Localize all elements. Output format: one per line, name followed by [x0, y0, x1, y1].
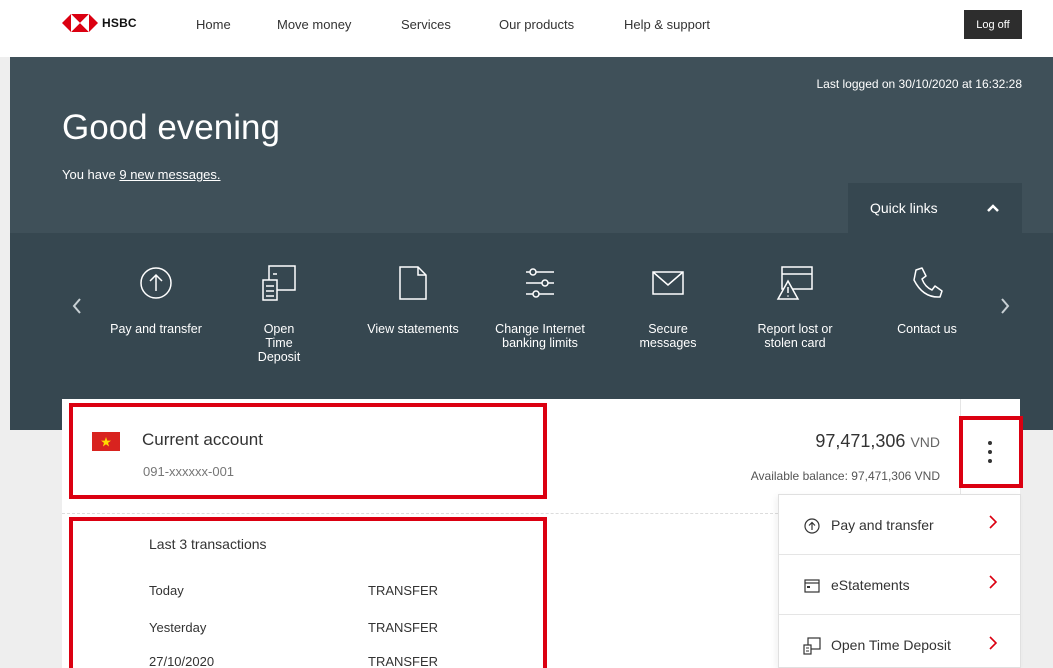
menu-open-time-deposit[interactable]: Open Time Deposit [779, 615, 1020, 668]
brand-name: HSBC [102, 16, 137, 30]
chevron-right-icon [989, 575, 998, 594]
messages-notice: You have 9 new messages. [62, 167, 221, 182]
time-deposit-icon [803, 637, 821, 655]
balance-amount: 97,471,306 [815, 431, 906, 451]
chevron-up-icon [987, 204, 999, 212]
logoff-button[interactable]: Log off [964, 10, 1022, 39]
sliders-icon [480, 261, 600, 305]
card-warning-icon [735, 261, 855, 305]
account-name[interactable]: Current account [142, 430, 263, 450]
new-messages-link[interactable]: 9 new messages. [119, 167, 220, 182]
menu-estatements[interactable]: eStatements [779, 555, 1020, 615]
messages-prefix: You have [62, 167, 120, 182]
transaction-date: Yesterday [149, 620, 207, 635]
menu-label: Open Time Deposit [831, 637, 951, 653]
quick-link-pay-transfer[interactable]: Pay and transfer [96, 261, 216, 336]
account-balance: 97,471,306 VND [815, 431, 940, 452]
chevron-right-icon [989, 515, 998, 534]
menu-label: eStatements [831, 576, 910, 593]
account-number: 091-xxxxxx-001 [143, 464, 235, 479]
quick-link-label: Open Time Deposit [257, 322, 301, 364]
hsbc-hexagon-icon [62, 14, 98, 32]
transaction-date: Today [149, 583, 184, 598]
envelope-icon [608, 261, 728, 305]
transactions-heading: Last 3 transactions [149, 536, 267, 552]
top-navigation: HSBC Home Move money Services Our produc… [0, 0, 1053, 57]
quick-links-toggle[interactable]: Quick links [848, 183, 1022, 233]
card-divider [62, 513, 778, 514]
quick-link-label: View statements [367, 322, 459, 336]
chevron-left-icon[interactable] [72, 295, 82, 321]
quick-link-view-statements[interactable]: View statements [353, 261, 473, 336]
quick-link-label: Secure messages [639, 322, 697, 350]
quick-link-label: Change Internet banking limits [495, 322, 585, 350]
document-icon [353, 261, 473, 305]
quick-links-label: Quick links [870, 200, 938, 216]
phone-icon [867, 261, 987, 305]
quick-link-change-limits[interactable]: Change Internet banking limits [480, 261, 600, 350]
quick-link-secure-messages[interactable]: Secure messages [608, 261, 728, 350]
arrow-up-circle-icon [96, 261, 216, 305]
last-logged-text: Last logged on 30/10/2020 at 16:32:28 [816, 77, 1022, 91]
arrow-up-circle-icon [803, 517, 821, 535]
quick-link-contact-us[interactable]: Contact us [867, 261, 987, 336]
transaction-date: 27/10/2020 [149, 654, 215, 668]
transaction-type: TRANSFER [368, 583, 439, 598]
quick-link-label: Report lost or stolen card [757, 322, 833, 350]
chevron-right-icon[interactable] [1000, 295, 1010, 321]
quick-link-label: Contact us [897, 322, 957, 336]
more-options-icon[interactable] [986, 441, 994, 463]
transaction-type: TRANSFER [368, 620, 439, 635]
menu-label: Pay and transfer [831, 516, 934, 533]
nav-services[interactable]: Services [401, 17, 451, 32]
quick-link-open-time-deposit[interactable]: Open Time Deposit [219, 261, 339, 364]
menu-pay-transfer[interactable]: Pay and transfer [779, 495, 1020, 555]
quick-link-report-lost-card[interactable]: Report lost or stolen card [735, 261, 855, 350]
transaction-type: TRANSFER [368, 654, 439, 668]
quick-link-label: Pay and transfer [110, 322, 202, 336]
chevron-right-icon [989, 635, 998, 655]
welcome-banner: Last logged on 30/10/2020 at 16:32:28 Go… [10, 57, 1053, 233]
vietnam-flag-icon [92, 432, 120, 451]
account-actions-menu: Pay and transfer eStatements Open Time D… [778, 494, 1021, 668]
nav-our-products[interactable]: Our products [499, 17, 574, 32]
statement-icon [803, 577, 821, 595]
available-balance: Available balance: 97,471,306 VND [750, 469, 940, 483]
time-deposit-icon [219, 261, 339, 305]
nav-move-money[interactable]: Move money [277, 17, 351, 32]
nav-home[interactable]: Home [196, 17, 231, 32]
hsbc-logo[interactable]: HSBC [62, 14, 137, 32]
greeting-heading: Good evening [62, 108, 280, 147]
balance-currency: VND [910, 434, 940, 450]
nav-help-support[interactable]: Help & support [624, 17, 710, 32]
